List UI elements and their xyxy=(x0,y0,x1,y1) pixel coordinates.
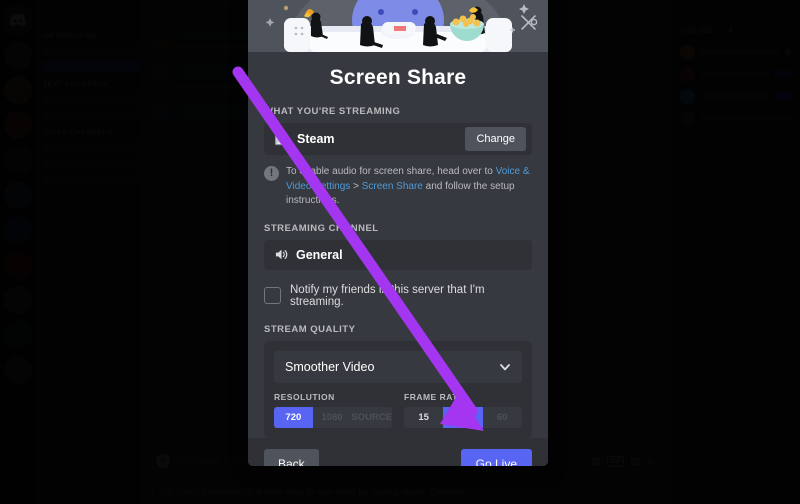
stream-quality-label: STREAM QUALITY xyxy=(264,323,356,335)
audio-setup-note: ! To enable audio for screen share, head… xyxy=(264,165,532,209)
close-icon[interactable] xyxy=(516,10,540,34)
close-glyph xyxy=(520,14,536,30)
quality-preset-select[interactable]: Smoother Video xyxy=(274,350,522,383)
resolution-group: RESOLUTION 720 1080 SOURCE xyxy=(274,392,392,428)
chevron-down-icon xyxy=(499,361,511,373)
framerate-group: FRAME RATE 15 30 60 xyxy=(404,392,522,428)
notify-friends-row[interactable]: Notify my friends in this server that I'… xyxy=(264,284,532,308)
wumpus-couch-illustration xyxy=(248,0,548,52)
screen-share-settings-link[interactable]: Screen Share xyxy=(362,181,423,192)
screen-share-illustration xyxy=(248,0,548,52)
app-window-icon xyxy=(274,133,289,145)
resolution-option-source: SOURCE xyxy=(351,411,392,423)
streaming-source-field: Steam Change xyxy=(264,123,532,155)
streaming-channel-field[interactable]: General xyxy=(264,239,532,270)
screen-root: INFORMATION TEXT CHANNELS VOICE CHANNELS xyxy=(0,0,800,504)
resolution-label: RESOLUTION xyxy=(274,391,335,402)
quality-preset-value: Smoother Video xyxy=(285,359,375,374)
note-prefix: To enable audio for screen share, head o… xyxy=(286,166,496,177)
note-middle: > xyxy=(350,180,362,192)
back-button[interactable]: Back xyxy=(264,448,319,466)
notify-friends-label: Notify my friends in this server that I'… xyxy=(290,283,485,308)
streaming-source-name: Steam xyxy=(297,132,335,146)
screen-share-modal: Screen Share WHAT YOU'RE STREAMING Steam… xyxy=(248,0,548,466)
modal-title: Screen Share xyxy=(329,66,467,89)
stream-quality-panel: Smoother Video RESOLUTION 720 1080 SOURC… xyxy=(264,340,532,438)
resolution-option-720[interactable]: 720 xyxy=(274,406,313,428)
modal-body: WHAT YOU'RE STREAMING Steam Change ! To … xyxy=(248,106,548,438)
framerate-option-30[interactable]: 30 xyxy=(443,406,483,428)
framerate-option-60: 60 xyxy=(497,411,508,423)
framerate-option-15[interactable]: 15 xyxy=(404,407,443,428)
notify-friends-checkbox[interactable] xyxy=(264,287,281,304)
warning-icon: ! xyxy=(264,166,279,181)
streaming-source-label: WHAT YOU'RE STREAMING xyxy=(264,106,401,117)
go-live-button[interactable]: Go Live xyxy=(460,448,532,466)
resolution-option-1080: 1080 xyxy=(321,411,343,423)
quality-options-row: RESOLUTION 720 1080 SOURCE FRAME RATE 15… xyxy=(274,392,522,428)
speaker-icon xyxy=(275,249,288,260)
audio-setup-note-text: To enable audio for screen share, head o… xyxy=(286,165,532,209)
modal-footer: Back Go Live xyxy=(248,437,548,466)
framerate-segmented-control[interactable]: 15 30 60 xyxy=(404,406,522,428)
framerate-label: FRAME RATE xyxy=(404,391,465,402)
resolution-segmented-control[interactable]: 720 1080 SOURCE xyxy=(274,406,392,428)
streaming-channel-name: General xyxy=(296,247,343,262)
change-source-button[interactable]: Change xyxy=(465,127,526,151)
streaming-channel-label: STREAMING CHANNEL xyxy=(264,222,379,234)
